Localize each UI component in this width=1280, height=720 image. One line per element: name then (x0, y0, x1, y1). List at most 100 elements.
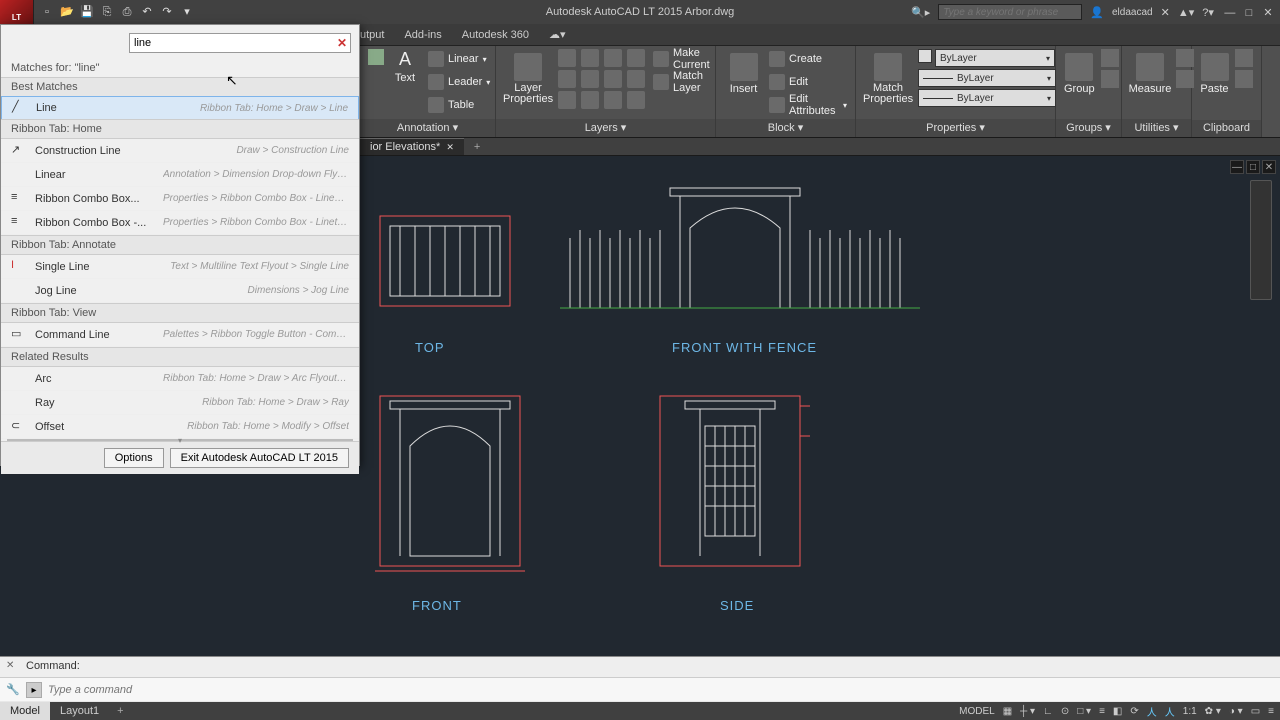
table-button[interactable]: Table (428, 95, 490, 115)
help-icon[interactable]: ?▾ (1202, 6, 1214, 19)
command-line[interactable]: 🔧 ▸ (0, 677, 1280, 701)
new-tab-button[interactable]: + (466, 141, 488, 153)
isolate-icon[interactable]: ◑ ▾ (1229, 706, 1243, 717)
layer-ic[interactable] (581, 91, 599, 109)
lineweight-dropdown[interactable]: ByLayer (918, 69, 1056, 87)
model-tab[interactable]: Model (0, 702, 50, 720)
result-combo-linetype[interactable]: ≡ Ribbon Combo Box -... Properties > Rib… (1, 211, 359, 235)
layer-ic[interactable] (604, 91, 622, 109)
signin-icon[interactable]: 👤 (1090, 6, 1104, 19)
user-label[interactable]: eldaacad (1112, 7, 1153, 18)
scale-label[interactable]: 1:1 (1183, 706, 1197, 717)
document-tab[interactable]: ior Elevations*✕ (360, 138, 464, 155)
layer-ic[interactable] (558, 70, 576, 88)
edit-block-button[interactable]: Edit (769, 72, 847, 92)
clear-search-icon[interactable]: ✕ (337, 36, 347, 50)
ortho-icon[interactable]: ∟ (1043, 706, 1053, 717)
group-ic[interactable] (1101, 49, 1119, 67)
result-line[interactable]: ╱ Line Ribbon Tab: Home > Draw > Line (1, 96, 359, 120)
paste-button[interactable]: Paste (1200, 49, 1229, 95)
create-block-button[interactable]: Create (769, 49, 847, 69)
undo-icon[interactable]: ↶ (140, 5, 154, 19)
result-linear[interactable]: Linear Annotation > Dimension Drop-down … (1, 163, 359, 187)
transparency-icon[interactable]: ◧ (1113, 706, 1122, 717)
clip-ic[interactable] (1235, 49, 1253, 67)
panel-block-label[interactable]: Block ▾ (716, 119, 855, 137)
match-layer-button[interactable]: Match Layer (653, 72, 710, 92)
measure-button[interactable]: Measure (1130, 49, 1170, 95)
leader-button[interactable]: Leader▾ (428, 72, 490, 92)
exit-button[interactable]: Exit Autodesk AutoCAD LT 2015 (170, 448, 349, 468)
options-button[interactable]: Options (104, 448, 164, 468)
cycling-icon[interactable]: ⟳ (1130, 706, 1138, 717)
open-icon[interactable]: 📂 (60, 5, 74, 19)
tab-featured-icon[interactable]: ☁▾ (549, 28, 566, 41)
cleanscreen-icon[interactable]: ▭ (1251, 706, 1260, 717)
layer-ic[interactable] (627, 91, 645, 109)
add-layout-button[interactable]: + (109, 705, 131, 717)
infocenter-search-icon[interactable]: 🔍▸ (911, 6, 930, 19)
panel-layers-label[interactable]: Layers ▾ (496, 119, 715, 137)
color-swatch[interactable] (918, 49, 932, 63)
tab-autodesk360[interactable]: Autodesk 360 (462, 29, 529, 41)
close-button[interactable]: ✕ (1260, 6, 1276, 19)
result-single-line[interactable]: I Single Line Text > Multiline Text Flyo… (1, 255, 359, 279)
layer-ic[interactable] (558, 49, 576, 67)
color-dropdown[interactable]: ByLayer (935, 49, 1055, 67)
infocenter-search-input[interactable] (938, 4, 1082, 20)
panel-properties-label[interactable]: Properties ▾ (856, 119, 1055, 137)
result-jog-line[interactable]: Jog Line Dimensions > Jog Line (1, 279, 359, 303)
group-button[interactable]: Group (1064, 49, 1095, 95)
linetype-dropdown[interactable]: ByLayer (918, 89, 1056, 107)
annoscale-icon[interactable]: 人 (1147, 704, 1157, 719)
insert-button[interactable]: Insert (724, 49, 763, 95)
layout1-tab[interactable]: Layout1 (50, 702, 109, 720)
panel-annotation-label[interactable]: Annotation ▾ (360, 119, 495, 137)
snap-icon[interactable]: ┼ ▾ (1020, 706, 1035, 717)
layer-ic[interactable] (604, 70, 622, 88)
layer-properties-button[interactable]: Layer Properties (504, 49, 552, 105)
layer-ic[interactable] (581, 70, 599, 88)
new-icon[interactable]: ▫ (40, 5, 54, 19)
layer-ic[interactable] (581, 49, 599, 67)
grid-icon[interactable]: ▦ (1003, 706, 1012, 717)
clip-ic[interactable] (1235, 70, 1253, 88)
search-query-input[interactable] (129, 33, 351, 53)
panel-utilities-label[interactable]: Utilities ▾ (1122, 119, 1191, 137)
result-construction-line[interactable]: ↗ Construction Line Draw > Construction … (1, 139, 359, 163)
viewport-minimize-icon[interactable]: — (1230, 160, 1244, 174)
settings-icon[interactable]: ✿ ▾ (1205, 706, 1221, 717)
customize-icon[interactable]: 🔧 (6, 683, 20, 696)
saveas-icon[interactable]: ⎘ (100, 5, 114, 19)
qat-dropdown-icon[interactable]: ▾ (180, 5, 194, 19)
maximize-button[interactable]: □ (1241, 7, 1257, 19)
minimize-button[interactable]: — (1222, 7, 1238, 19)
linear-button[interactable]: Linear▾ (428, 49, 490, 69)
layer-ic[interactable] (627, 70, 645, 88)
tab-addins[interactable]: Add-ins (404, 29, 441, 41)
viewport-maximize-icon[interactable]: □ (1246, 160, 1260, 174)
hatch-icon[interactable] (368, 49, 384, 65)
close-icon[interactable]: ✕ (446, 142, 454, 153)
layer-ic[interactable] (604, 49, 622, 67)
close-icon[interactable]: ✕ (6, 660, 14, 671)
print-icon[interactable]: ⎙ (120, 5, 134, 19)
osnap-icon[interactable]: □ ▾ (1077, 706, 1091, 717)
stayconnected-icon[interactable]: ▲▾ (1178, 6, 1194, 19)
result-combo-lineweight[interactable]: ≡ Ribbon Combo Box... Properties > Ribbo… (1, 187, 359, 211)
tab-output-partial[interactable]: utput (360, 29, 384, 41)
app-menu-button[interactable]: LT (0, 0, 34, 24)
redo-icon[interactable]: ↷ (160, 5, 174, 19)
layer-ic[interactable] (558, 91, 576, 109)
make-current-button[interactable]: Make Current (653, 49, 710, 69)
layer-ic[interactable] (627, 49, 645, 67)
group-ic[interactable] (1101, 70, 1119, 88)
match-properties-button[interactable]: Match Properties (864, 49, 912, 105)
status-model-label[interactable]: MODEL (959, 706, 995, 717)
customize-status-icon[interactable]: ≡ (1268, 706, 1274, 717)
text-button[interactable]: A Text (388, 49, 422, 84)
exchange-icon[interactable]: ✕ (1161, 6, 1170, 19)
scroll-more-indicator[interactable] (7, 439, 353, 441)
panel-groups-label[interactable]: Groups ▾ (1056, 119, 1121, 137)
annoscale2-icon[interactable]: 人 (1165, 704, 1175, 719)
